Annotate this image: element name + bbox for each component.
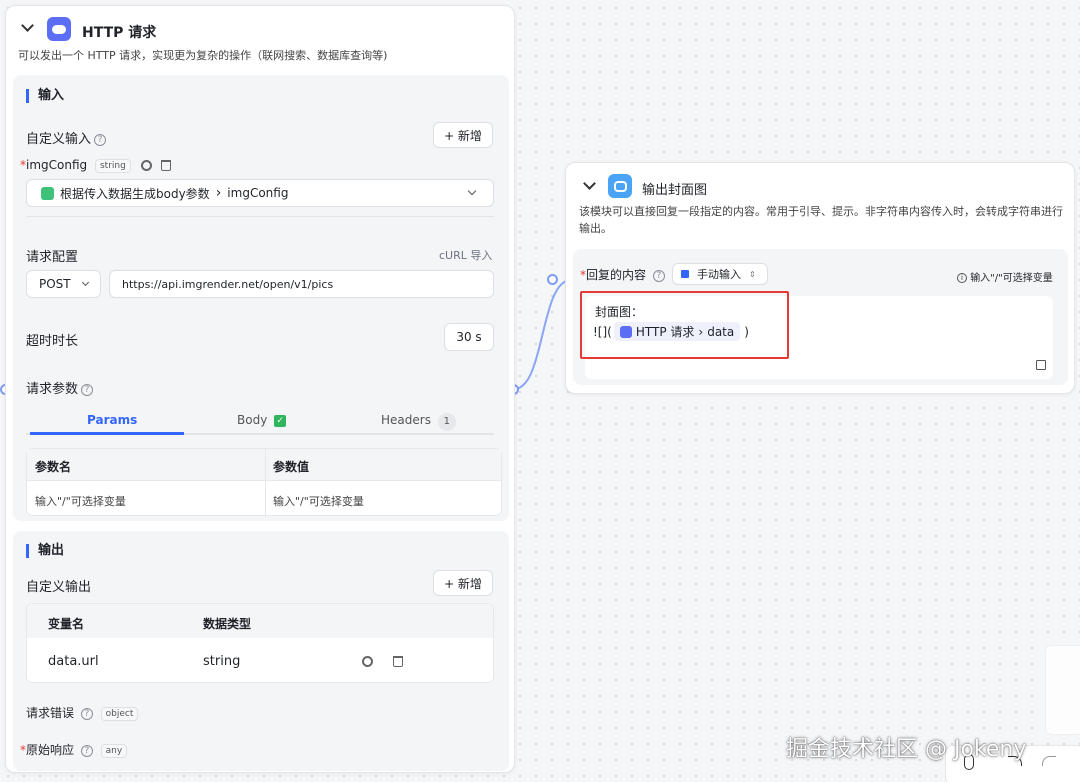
- add-output-button[interactable]: + 新增: [433, 570, 493, 596]
- request-config-label: 请求配置: [26, 250, 79, 265]
- content-line2: ![]( HTTP 请求 › data ): [593, 322, 749, 341]
- tab-headers[interactable]: Headers 1: [381, 413, 456, 431]
- help-icon[interactable]: ?: [652, 269, 665, 282]
- dropdown-chevron-icon: [467, 186, 477, 196]
- method-select[interactable]: POST: [26, 270, 101, 298]
- output-col-var: 变量名: [48, 617, 85, 631]
- content-prefix: ![](: [593, 324, 612, 339]
- reply-chat-icon: [608, 174, 632, 198]
- output-node-description: 该模块可以直接回复一段指定的内容。常用于引导、提示。非字符串内容传入时，会转成字…: [579, 205, 1063, 235]
- params-col-value: 参数值: [273, 460, 310, 474]
- raw-type-tag: any: [100, 743, 128, 758]
- raw-response-label: 原始响应: [26, 743, 75, 757]
- reply-label: 回复的内容: [586, 268, 647, 282]
- output-col-type: 数据类型: [203, 617, 252, 631]
- delete-icon[interactable]: [393, 656, 403, 667]
- input-section-title: 输入: [26, 89, 64, 103]
- params-table-header: [27, 449, 501, 481]
- output-table-header: [27, 604, 493, 638]
- http-cloud-icon: [47, 17, 71, 41]
- tab-body[interactable]: Body ✓: [237, 413, 287, 427]
- updown-icon: ⇕: [749, 269, 756, 279]
- help-icon[interactable]: ?: [94, 133, 107, 146]
- tab-headers-label: Headers: [381, 413, 431, 427]
- add-input-button[interactable]: + 新增: [433, 122, 493, 148]
- reply-label-row: *回复的内容 ?: [580, 266, 665, 283]
- param-value-input[interactable]: 输入"/"可选择变量: [273, 493, 364, 509]
- params-col-divider: [265, 449, 266, 517]
- params-col-name: 参数名: [35, 460, 72, 474]
- help-icon[interactable]: ?: [80, 744, 93, 757]
- variable-chip[interactable]: HTTP 请求 › data: [613, 322, 741, 341]
- var-separator: ›: [698, 324, 704, 339]
- error-type-tag: object: [100, 706, 139, 721]
- table-source-icon: [41, 186, 54, 200]
- raw-response-row: *原始响应 ? any: [20, 741, 128, 758]
- headers-count-badge: 1: [437, 413, 456, 431]
- param-name: imgConfig: [26, 158, 88, 172]
- watermark: 掘金技术社区 @ Jokeny: [786, 737, 1027, 762]
- minimap-panel[interactable]: [1045, 645, 1080, 735]
- custom-input-label: 自定义输入?: [26, 128, 107, 147]
- edit-icon: [681, 270, 689, 278]
- settings-gear-icon[interactable]: [362, 656, 373, 667]
- custom-output-label: 自定义输出: [26, 580, 92, 595]
- input-mode-select[interactable]: 手动输入 ⇕: [672, 263, 768, 285]
- output-var-type: string: [203, 654, 241, 669]
- output-cover-node[interactable]: 输出封面图 该模块可以直接回复一段指定的内容。常用于引导、提示。非字符串内容传入…: [565, 162, 1075, 394]
- param-name-input[interactable]: 输入"/"可选择变量: [35, 493, 126, 509]
- tab-params[interactable]: Params: [87, 413, 137, 427]
- content-line1: 封面图：: [595, 305, 644, 319]
- variable-hint-text: 输入"/"可选择变量: [970, 273, 1053, 284]
- request-error-row: 请求错误 ? object: [26, 704, 139, 721]
- output-node-title: 输出封面图: [642, 183, 708, 198]
- params-table: 参数名 参数值 输入"/"可选择变量 输入"/"可选择变量: [26, 448, 502, 517]
- tab-body-label: Body: [237, 413, 268, 427]
- method-chevron-icon: [81, 278, 90, 287]
- source-var: imgConfig: [227, 186, 289, 200]
- divider: [26, 216, 494, 217]
- collapse-chevron-icon[interactable]: [583, 177, 596, 190]
- source-path: 根据传入数据生成body参数: [60, 186, 210, 201]
- redo-icon[interactable]: [1042, 756, 1056, 766]
- http-node-description: 可以发出一个 HTTP 请求，实现更为复杂的操作（联网搜索、数据库查询等): [18, 49, 388, 62]
- variable-source-select[interactable]: 根据传入数据生成body参数 › imgConfig: [26, 179, 494, 207]
- http-request-node[interactable]: HTTP 请求 可以发出一个 HTTP 请求，实现更为复杂的操作（联网搜索、数据…: [5, 5, 515, 773]
- delete-icon[interactable]: [161, 160, 172, 171]
- output-var-name: data.url: [48, 654, 99, 669]
- body-check-icon: ✓: [274, 414, 287, 427]
- var-name: data: [707, 324, 735, 339]
- expand-icon[interactable]: [1036, 360, 1046, 370]
- param-row: *imgConfig string: [20, 158, 172, 173]
- input-mode-value: 手动输入: [697, 268, 741, 281]
- help-icon[interactable]: ?: [80, 707, 93, 720]
- url-input[interactable]: https://api.imgrender.net/open/v1/pics: [109, 270, 494, 298]
- timeout-input[interactable]: 30 s: [444, 323, 494, 351]
- request-params-text: 请求参数: [26, 382, 79, 397]
- tab-params-underline: [30, 432, 184, 435]
- param-type-tag: string: [94, 158, 131, 173]
- settings-gear-icon[interactable]: [140, 160, 152, 171]
- http-node-title: HTTP 请求: [82, 25, 157, 41]
- custom-input-text: 自定义输入: [26, 132, 92, 147]
- timeout-label: 超时时长: [26, 334, 79, 349]
- http-cloud-icon: [619, 325, 632, 338]
- content-suffix: ): [744, 324, 749, 339]
- output-table: 变量名 数据类型 data.url string: [26, 603, 494, 683]
- request-error-label: 请求错误: [26, 706, 75, 720]
- help-icon[interactable]: ?: [81, 383, 94, 396]
- variable-hint: i 输入"/"可选择变量: [957, 269, 1053, 284]
- output-node-input-port[interactable]: [547, 274, 558, 285]
- var-node-name: HTTP 请求: [635, 325, 695, 339]
- curl-import-link[interactable]: cURL 导入: [439, 247, 492, 263]
- info-icon: i: [957, 273, 967, 283]
- source-separator: ›: [215, 185, 222, 201]
- request-params-label: 请求参数?: [26, 378, 94, 397]
- collapse-chevron-icon[interactable]: [21, 19, 34, 32]
- output-section-title: 输出: [26, 544, 64, 558]
- method-value: POST: [39, 277, 71, 291]
